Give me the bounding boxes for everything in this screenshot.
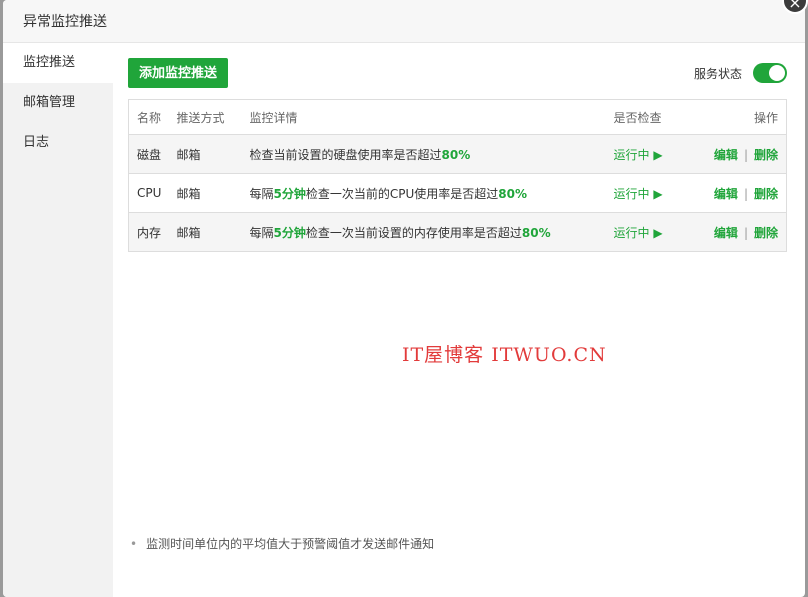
action-separator: | — [743, 147, 748, 162]
delete-link[interactable]: 删除 — [754, 187, 778, 201]
service-status: 服务状态 — [694, 63, 787, 83]
main-panel: 添加监控推送 服务状态 名称 推送方式 监控详情 是否检查 操作 磁盘 邮箱 检… — [113, 43, 805, 597]
delete-link[interactable]: 删除 — [754, 226, 778, 240]
sidebar: 监控推送 邮箱管理 日志 — [3, 43, 113, 597]
row-detail: 每隔5分钟检查一次当前设置的内存使用率是否超过80% — [249, 212, 614, 252]
detail-interval: 5分钟 — [273, 186, 306, 201]
detail-threshold: 80% — [521, 225, 551, 240]
toolbar: 添加监控推送 服务状态 — [128, 58, 790, 88]
monitor-table: 名称 推送方式 监控详情 是否检查 操作 磁盘 邮箱 检查当前设置的硬盘使用率是… — [128, 99, 787, 252]
edit-link[interactable]: 编辑 — [714, 148, 738, 162]
detail-text: 检查一次当前的CPU使用率是否超过 — [305, 186, 499, 201]
dialog-title: 异常监控推送 — [3, 0, 805, 43]
row-type: 邮箱 — [176, 134, 250, 174]
row-actions: 编辑 | 删除 — [705, 173, 787, 213]
detail-threshold: 80% — [441, 147, 471, 162]
row-status[interactable]: 运行中 ▶ — [613, 212, 706, 252]
row-type: 邮箱 — [176, 173, 250, 213]
add-monitor-push-button[interactable]: 添加监控推送 — [128, 58, 229, 88]
col-name: 名称 — [128, 99, 177, 135]
service-status-toggle[interactable] — [753, 63, 787, 83]
detail-text: 每隔 — [249, 225, 274, 240]
col-check: 是否检查 — [613, 99, 706, 135]
action-separator: | — [743, 186, 748, 201]
row-actions: 编辑 | 删除 — [705, 134, 787, 174]
detail-text: 检查一次当前设置的内存使用率是否超过 — [305, 225, 522, 240]
sidebar-item-log[interactable]: 日志 — [3, 123, 113, 163]
row-status[interactable]: 运行中 ▶ — [613, 173, 706, 213]
edit-link[interactable]: 编辑 — [714, 226, 738, 240]
sidebar-item-monitor-push[interactable]: 监控推送 — [3, 43, 113, 83]
table-row: CPU 邮箱 每隔5分钟检查一次当前的CPU使用率是否超过80% 运行中 ▶ 编… — [128, 173, 787, 213]
col-detail: 监控详情 — [249, 99, 614, 135]
row-detail: 检查当前设置的硬盘使用率是否超过80% — [249, 134, 614, 174]
row-status[interactable]: 运行中 ▶ — [613, 134, 706, 174]
edit-link[interactable]: 编辑 — [714, 187, 738, 201]
col-actions: 操作 — [705, 99, 787, 135]
row-name: 磁盘 — [128, 134, 177, 174]
row-detail: 每隔5分钟检查一次当前的CPU使用率是否超过80% — [249, 173, 614, 213]
table-row: 内存 邮箱 每隔5分钟检查一次当前设置的内存使用率是否超过80% 运行中 ▶ 编… — [128, 212, 787, 252]
row-actions: 编辑 | 删除 — [705, 212, 787, 252]
monitor-push-dialog: 异常监控推送 监控推送 邮箱管理 日志 添加监控推送 服务状态 名称 推送方式 … — [3, 0, 805, 597]
detail-threshold: 80% — [498, 186, 528, 201]
action-separator: | — [743, 225, 748, 240]
toggle-knob — [769, 65, 785, 81]
col-type: 推送方式 — [176, 99, 250, 135]
row-name: 内存 — [128, 212, 177, 252]
delete-link[interactable]: 删除 — [754, 148, 778, 162]
row-type: 邮箱 — [176, 212, 250, 252]
row-name: CPU — [128, 173, 177, 213]
table-header-row: 名称 推送方式 监控详情 是否检查 操作 — [128, 99, 787, 135]
detail-text: 检查当前设置的硬盘使用率是否超过 — [249, 147, 442, 162]
sidebar-item-mailbox[interactable]: 邮箱管理 — [3, 83, 113, 123]
detail-text: 每隔 — [249, 186, 274, 201]
detail-interval: 5分钟 — [273, 225, 306, 240]
service-status-label: 服务状态 — [693, 66, 742, 81]
notice-text: 监测时间单位内的平均值大于预警阈值才发送邮件通知 — [130, 535, 434, 552]
table-row: 磁盘 邮箱 检查当前设置的硬盘使用率是否超过80% 运行中 ▶ 编辑 | 删除 — [128, 134, 787, 174]
watermark: IT屋博客 ITWUO.CN — [402, 344, 607, 366]
